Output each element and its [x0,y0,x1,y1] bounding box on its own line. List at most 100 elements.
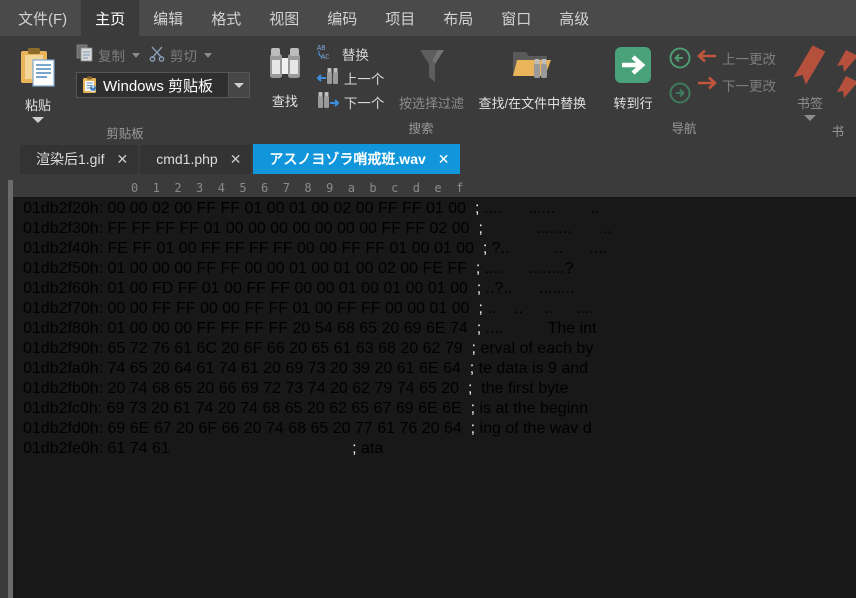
hex-byte[interactable]: 61 [152,440,170,457]
hex-byte[interactable]: 76 [399,420,417,437]
menu-item-window[interactable]: 窗口 [487,0,545,36]
next-change-button[interactable]: 下一更改 [696,74,776,96]
clipboard-selector[interactable]: Windows 剪贴板 [76,72,250,98]
hex-byte[interactable]: 00 [359,220,377,237]
hex-ascii[interactable]: erval of each by [480,340,593,357]
hex-byte[interactable]: 00 [406,280,424,297]
hex-byte[interactable]: 01 [108,260,126,277]
previous-change-button[interactable]: 上一更改 [696,47,776,69]
hex-byte[interactable]: 6E [419,360,439,377]
hex-ascii[interactable]: ........ .. [487,220,612,237]
hex-byte[interactable]: FF [176,300,196,317]
hex-byte[interactable]: 00 [450,280,468,297]
hex-byte[interactable]: 20 [218,400,236,417]
hex-byte[interactable]: FF [337,300,357,317]
hex-byte[interactable]: 00 [311,260,329,277]
hex-byte[interactable]: FF [269,320,289,337]
hex-byte[interactable]: 20 [244,420,262,437]
hex-byte[interactable]: 00 [317,280,335,297]
hex-byte[interactable]: 00 [174,320,192,337]
hex-byte[interactable]: 39 [352,360,370,377]
chevron-down-icon[interactable] [132,52,140,58]
hex-byte[interactable]: 02 [378,260,396,277]
hex-byte[interactable]: 00 [319,240,337,257]
hex-byte[interactable]: FF [132,240,152,257]
hex-byte[interactable]: 67 [154,420,172,437]
hex-byte[interactable]: 01 [204,220,222,237]
hex-bytes[interactable]: 00 00 02 00 FF FF 01 00 01 00 02 00 FF F… [108,200,467,217]
hex-byte[interactable]: 54 [315,320,333,337]
hex-byte[interactable]: FF [221,320,241,337]
hex-byte[interactable]: FF [245,300,265,317]
menu-item-edit[interactable]: 编辑 [139,0,197,36]
hex-byte[interactable]: FF [361,300,381,317]
hex-byte[interactable]: 6F [244,340,263,357]
hex-bytes[interactable]: 01 00 FD FF 01 00 FF FF 00 00 01 00 01 0… [108,280,468,297]
circle-arrow-left-icon[interactable] [668,46,692,75]
hex-ascii[interactable]: .... ...... .. [484,200,600,217]
hex-byte[interactable]: 00 [108,200,126,217]
hex-byte[interactable]: 00 [152,320,170,337]
hex-byte[interactable]: FF [249,240,269,257]
hex-byte[interactable]: 01 [426,200,444,217]
hex-byte[interactable]: 66 [221,420,239,437]
hex-byte[interactable]: 20 [307,400,325,417]
hex-byte[interactable]: 01 [428,280,446,297]
hex-row[interactable]: 01db2f60h: 01 00 FD FF 01 00 FF FF 00 00… [13,280,856,300]
hex-row[interactable]: 01db2fc0h: 69 73 20 61 74 20 74 68 65 20… [13,400,856,420]
hex-byte[interactable]: 62 [423,340,441,357]
hex-byte[interactable]: 00 [293,220,311,237]
hex-byte[interactable]: 6F [198,420,217,437]
hex-byte[interactable]: 01 [108,280,126,297]
hex-byte[interactable]: 72 [263,380,281,397]
menu-item-format[interactable]: 格式 [197,0,255,36]
hex-byte[interactable]: 20 [289,340,307,357]
hex-byte[interactable]: 61 [108,440,126,457]
chevron-down-icon[interactable] [228,73,249,97]
hex-byte[interactable]: FF [156,220,176,237]
hex-byte[interactable]: 74 [308,380,326,397]
hex-byte[interactable]: 69 [286,360,304,377]
hex-byte[interactable]: 61 [173,400,191,417]
hex-byte[interactable]: 20 [382,320,400,337]
hex-byte[interactable]: 6E [442,400,462,417]
hex-byte[interactable]: 00 [130,280,148,297]
hex-byte[interactable]: 73 [286,380,304,397]
hex-byte[interactable]: 61 [334,340,352,357]
hex-row[interactable]: 01db2fb0h: 20 74 68 65 20 66 69 72 73 74… [13,380,856,400]
hex-byte[interactable]: 00 [267,200,285,217]
hex-byte[interactable]: 65 [419,380,437,397]
hex-byte[interactable]: FF [221,260,241,277]
hex-byte[interactable]: 00 [456,240,474,257]
hex-byte[interactable]: 00 [270,220,288,237]
hex-byte[interactable]: FF [221,200,241,217]
hex-byte[interactable]: 00 [337,220,355,237]
hex-byte[interactable]: 68 [288,420,306,437]
hex-bytes[interactable]: 69 6E 67 20 6F 66 20 74 68 65 20 77 61 7… [108,420,462,437]
hex-byte[interactable]: 69 [107,400,125,417]
hex-byte[interactable]: 74 [240,400,258,417]
hex-byte[interactable]: 02 [334,200,352,217]
hex-byte[interactable]: FE [423,260,443,277]
hex-byte[interactable]: 00 [152,260,170,277]
hex-byte[interactable]: 20 [330,360,348,377]
hex-byte[interactable]: FF [365,240,385,257]
hex-byte[interactable]: 20 [176,420,194,437]
hex-byte[interactable]: 01 [245,200,263,217]
hex-ascii[interactable]: ata [361,440,383,457]
hex-byte[interactable]: 01 [108,320,126,337]
hex-byte[interactable]: 76 [152,340,170,357]
hex-byte[interactable]: 69 [108,420,126,437]
find-button[interactable]: 查找 [260,42,310,110]
find-previous-button[interactable]: 上一个 [316,67,384,89]
tab-asunoyozora-wav[interactable]: アスノヨゾラ哨戒班.wav ✕ [253,144,460,174]
circle-arrow-right-icon[interactable] [668,81,692,110]
paste-button[interactable]: 粘贴 [8,44,68,123]
hex-byte[interactable]: 00 [108,300,126,317]
bookmark-button[interactable]: 书签 [780,42,840,121]
hex-byte[interactable]: 00 [174,260,192,277]
hex-byte[interactable]: 74 [130,440,148,457]
hex-byte[interactable]: 00 [356,200,374,217]
hex-byte[interactable]: 61 [197,360,215,377]
hex-byte[interactable]: 73 [129,400,147,417]
